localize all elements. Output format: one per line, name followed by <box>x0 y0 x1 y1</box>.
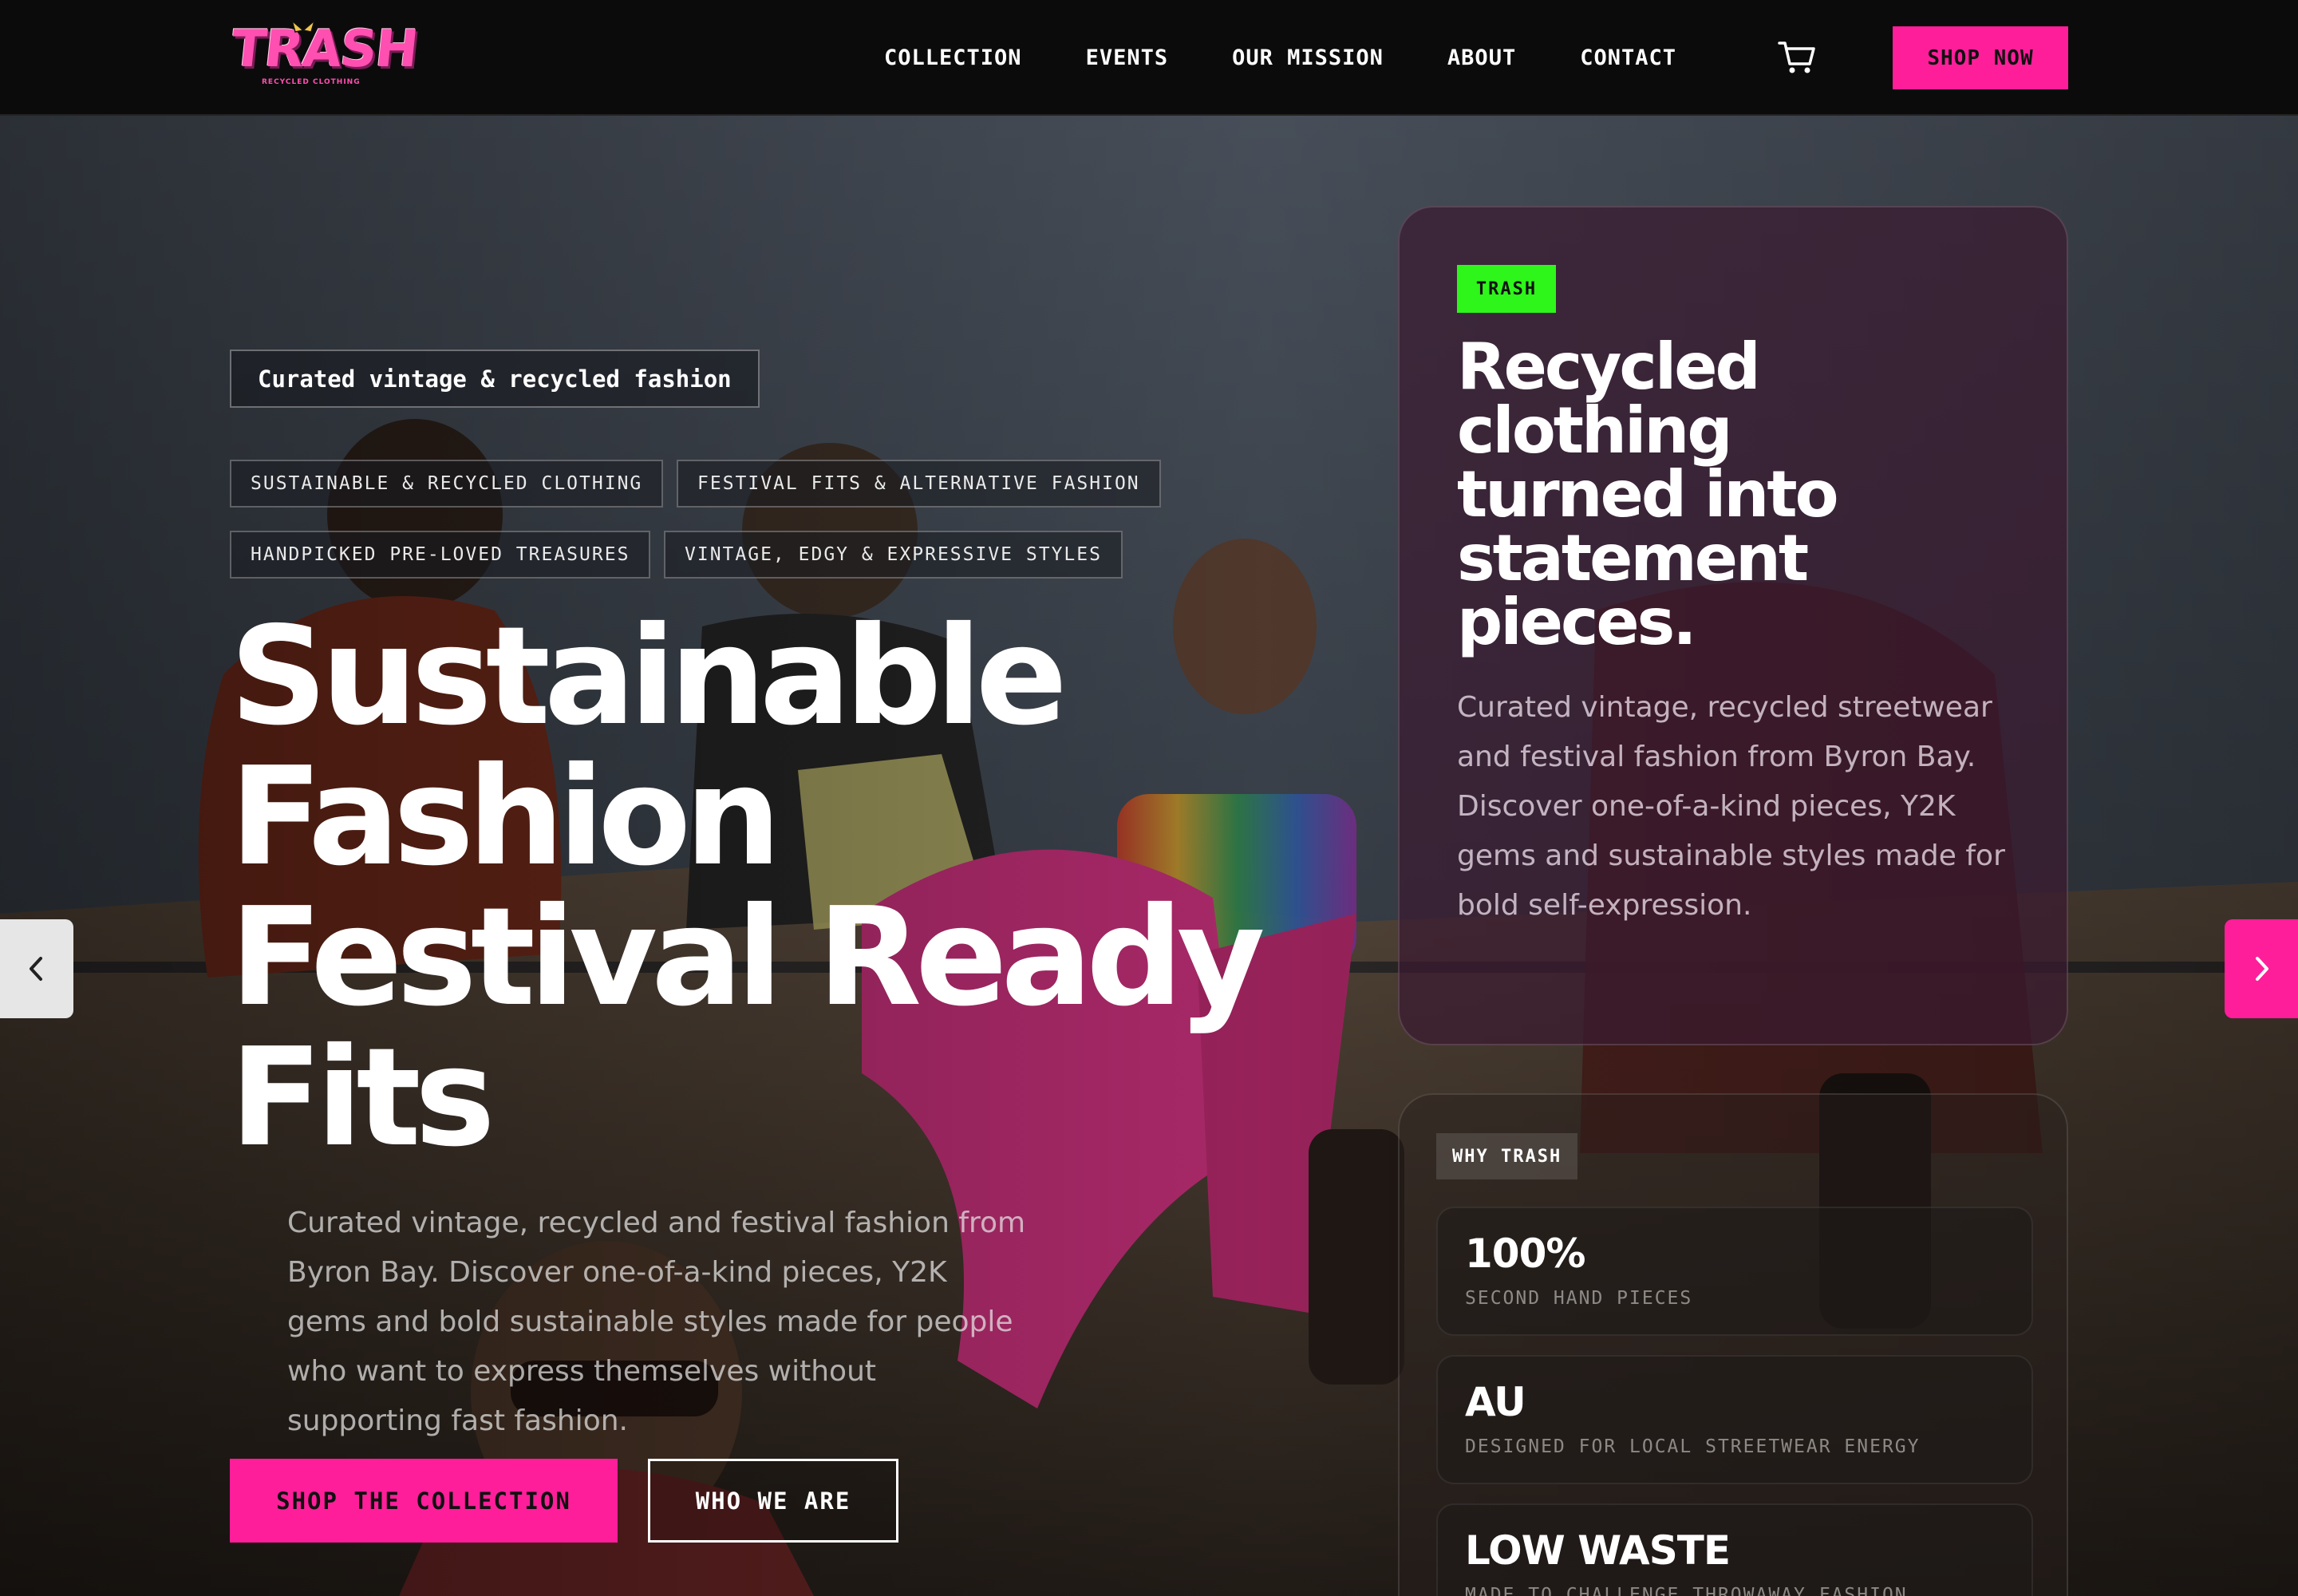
logo-wordmark: TRASH <box>228 20 421 79</box>
stat-item: LOW WASTE MADE TO CHALLENGE THROWAWAY FA… <box>1436 1503 2033 1596</box>
hero-headline-line: Sustainable <box>230 598 1068 756</box>
top-navbar: TRASH RECYCLED CLOTHING COLLECTION EVENT… <box>0 0 2298 116</box>
info-card-title-line: turned into <box>1457 457 1839 531</box>
hero-description: Curated vintage, recycled and festival f… <box>287 1207 1026 1437</box>
trash-logo[interactable]: TRASH RECYCLED CLOTHING <box>228 19 420 89</box>
logo-wings-icon <box>290 19 316 33</box>
info-card-title-line: Recycled <box>1457 330 1761 404</box>
logo-subtext: RECYCLED CLOTHING <box>262 78 361 86</box>
hero-tag: VINTAGE, EDGY & EXPRESSIVE STYLES <box>664 531 1123 579</box>
info-card-description: Curated vintage, recycled streetwear and… <box>1457 691 2005 922</box>
nav-link-contact[interactable]: CONTACT <box>1580 45 1676 70</box>
info-card-title-line: statement <box>1457 521 1809 595</box>
page: TRASH RECYCLED CLOTHING COLLECTION EVENT… <box>0 0 2298 1596</box>
stat-item: AU DESIGNED FOR LOCAL STREETWEAR ENERGY <box>1436 1355 2033 1484</box>
stat-label: SECOND HAND PIECES <box>1465 1288 1693 1309</box>
stat-label: DESIGNED FOR LOCAL STREETWEAR ENERGY <box>1465 1436 1921 1457</box>
cart-button[interactable] <box>1778 40 1816 75</box>
hero-tag: FESTIVAL FITS & ALTERNATIVE FASHION <box>677 460 1161 508</box>
why-trash-card: WHY TRASH 100% SECOND HAND PIECES AU DES… <box>1398 1093 2068 1596</box>
info-card-title-line: clothing <box>1457 393 1733 468</box>
who-we-are-button[interactable]: WHO WE ARE <box>648 1459 898 1543</box>
nav-link-about[interactable]: ABOUT <box>1447 45 1516 70</box>
hero-tag: HANDPICKED PRE-LOVED TREASURES <box>230 531 651 579</box>
hero-headline-line: Fashion <box>230 738 781 896</box>
hero-headline-line: Festival Ready <box>230 879 1265 1037</box>
why-trash-label: WHY TRASH <box>1436 1133 1578 1179</box>
stat-value: LOW WASTE <box>1465 1527 1731 1574</box>
nav-link-our-mission[interactable]: OUR MISSION <box>1232 45 1384 70</box>
hero-headline-line: Fits <box>230 1019 496 1177</box>
main-nav: COLLECTION EVENTS OUR MISSION ABOUT CONT… <box>884 0 1676 116</box>
info-card: TRASH Recycled clothing turned into stat… <box>1398 206 2068 1045</box>
shop-the-collection-button[interactable]: SHOP THE COLLECTION <box>230 1459 618 1543</box>
slider-next-button[interactable] <box>2225 919 2298 1018</box>
cart-icon <box>1778 41 1815 73</box>
stat-value: 100% <box>1465 1231 1585 1277</box>
stat-value: AU <box>1465 1379 1526 1425</box>
info-card-badge: TRASH <box>1457 265 1556 313</box>
info-card-title: Recycled clothing turned into statement … <box>1457 335 2031 654</box>
nav-link-events[interactable]: EVENTS <box>1086 45 1169 70</box>
stat-item: 100% SECOND HAND PIECES <box>1436 1207 2033 1336</box>
chevron-right-icon <box>2256 957 2268 981</box>
nav-link-collection[interactable]: COLLECTION <box>884 45 1022 70</box>
hero-tag: SUSTAINABLE & RECYCLED CLOTHING <box>230 460 664 508</box>
chevron-left-icon <box>30 957 42 981</box>
info-card-title-line: pieces. <box>1457 585 1697 659</box>
stat-label: MADE TO CHALLENGE THROWAWAY FASHION <box>1465 1585 1908 1596</box>
hero-eyebrow: Curated vintage & recycled fashion <box>230 350 760 408</box>
slider-prev-button[interactable] <box>0 919 73 1018</box>
shop-now-button[interactable]: SHOP NOW <box>1893 26 2068 89</box>
hero-headline: Sustainable Fashion Festival Ready Fits <box>230 606 1267 1168</box>
